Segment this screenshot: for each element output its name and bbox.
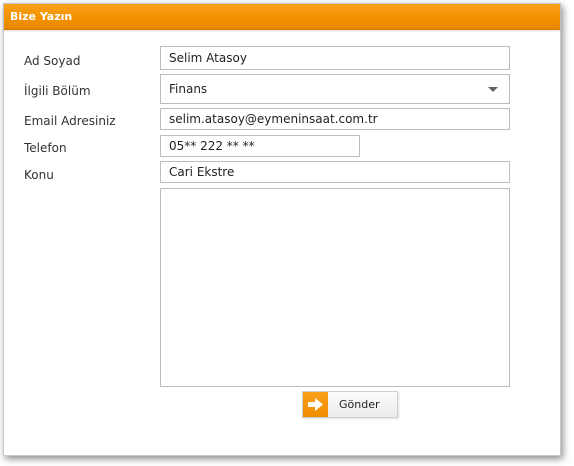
arrow-right-icon [303,392,328,417]
email-field[interactable] [160,108,510,130]
chevron-down-icon [488,87,498,92]
department-select[interactable]: Finans [160,74,510,104]
message-textarea[interactable] [160,188,510,387]
subject-label: Konu [24,168,54,182]
email-label: Email Adresiniz [24,114,116,128]
department-label: İlgili Bölüm [24,84,91,98]
contact-form-panel: Bize Yazın Ad Soyad İlgili Bölüm Finans … [3,3,561,456]
name-label: Ad Soyad [24,54,81,68]
phone-label: Telefon [24,141,67,155]
phone-field[interactable] [160,135,360,157]
send-button[interactable]: Gönder [302,391,398,418]
subject-field[interactable] [160,161,510,183]
name-field[interactable] [160,46,510,70]
send-button-label: Gönder [339,398,380,411]
panel-title: Bize Yazın [4,4,560,30]
department-selected-value: Finans [169,82,208,96]
